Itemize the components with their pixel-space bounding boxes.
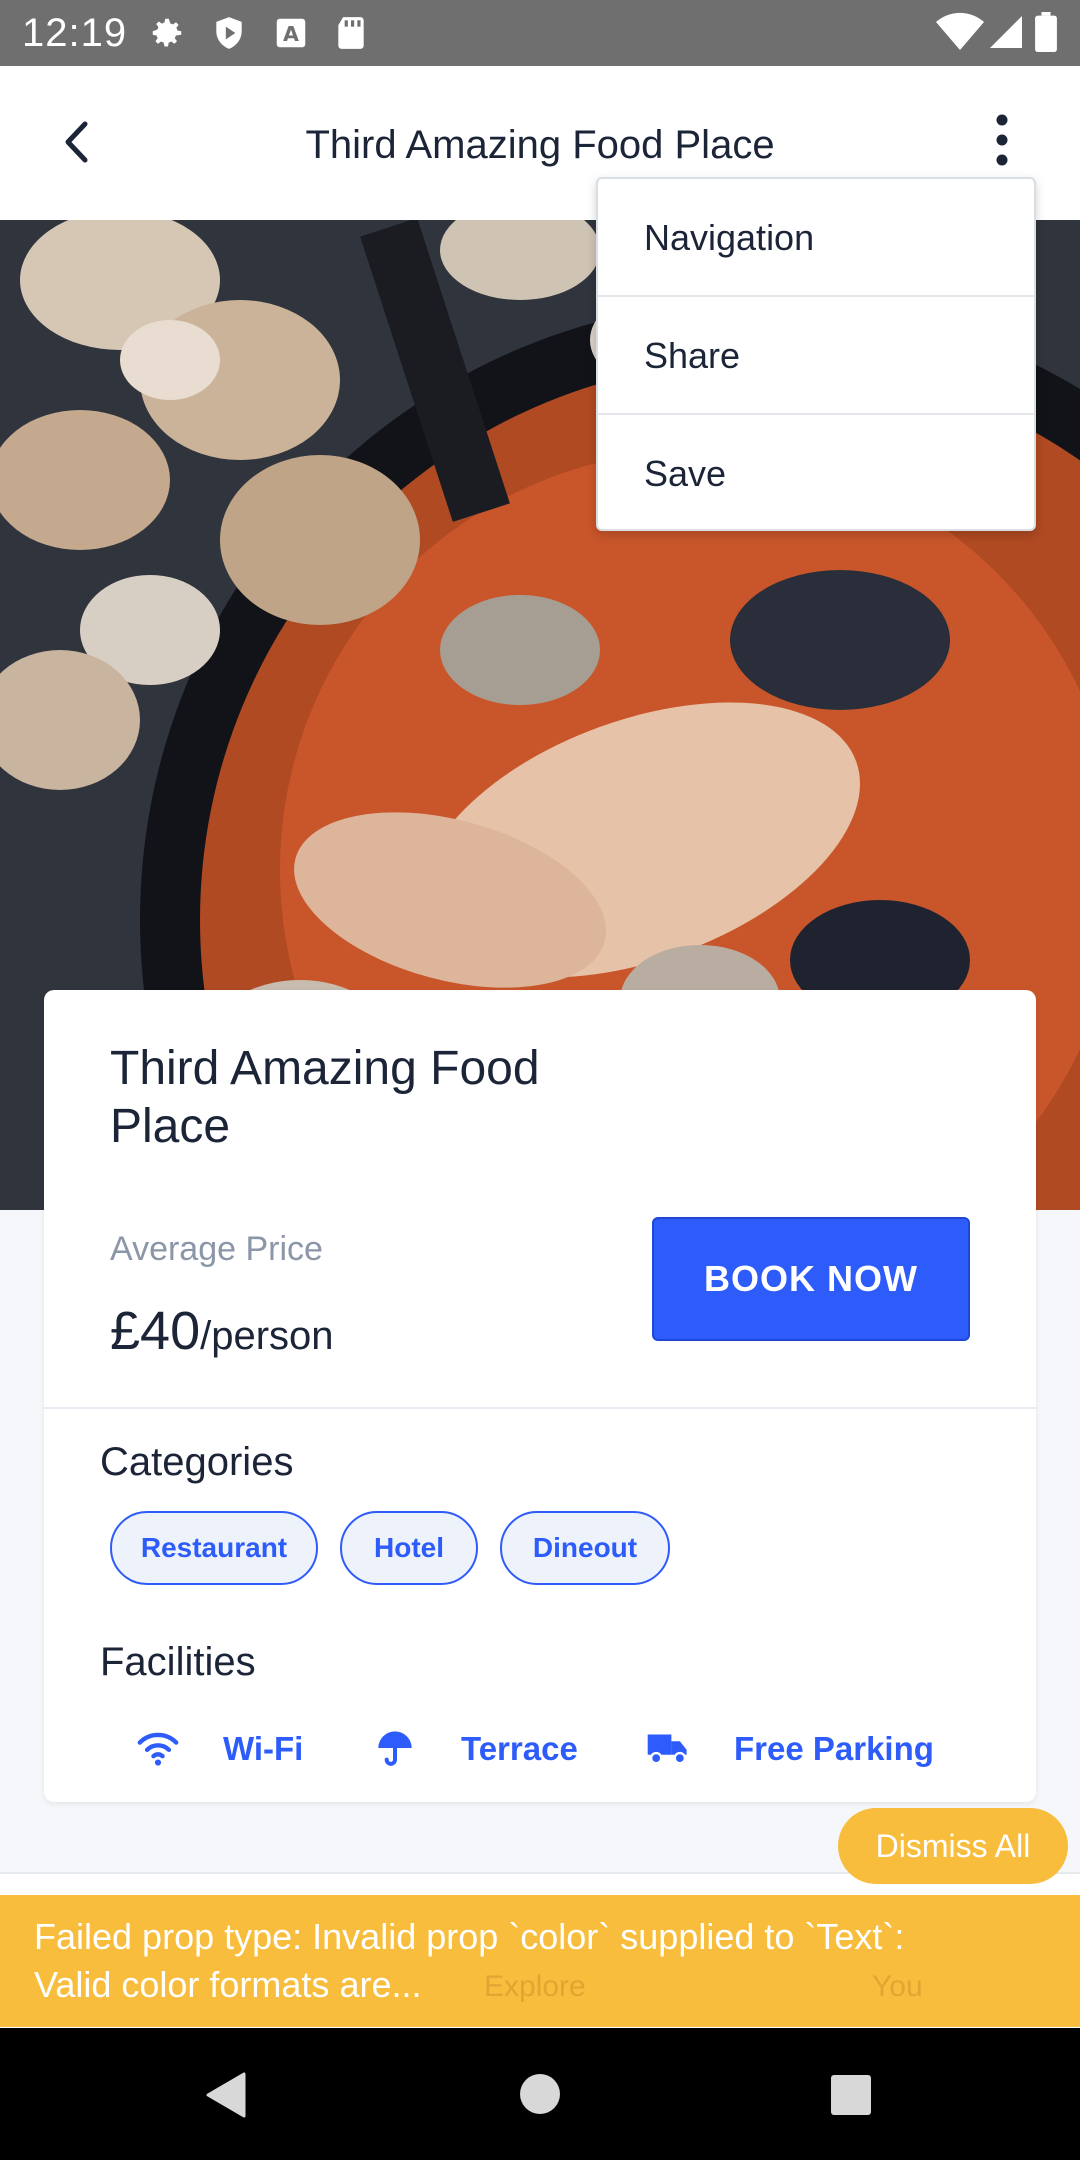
menu-divider (598, 413, 1034, 415)
nav-home-icon[interactable] (518, 2072, 562, 2116)
system-nav-bar (0, 2028, 1080, 2160)
place-title: Third Amazing Food Place (110, 1042, 540, 1153)
menu-item-navigation[interactable]: Navigation (598, 180, 1034, 296)
category-chip-restaurant[interactable]: Restaurant (110, 1511, 318, 1585)
menu-item-share[interactable]: Share (598, 298, 1034, 414)
book-now-button[interactable]: BOOK NOW (652, 1217, 970, 1341)
status-time: 12:19 (22, 11, 128, 55)
categories-title: Categories (100, 1440, 294, 1484)
signal-icon (990, 16, 1022, 48)
gear-icon (152, 18, 182, 47)
category-chip-dineout[interactable]: Dineout (500, 1511, 670, 1585)
menu-item-save[interactable]: Save (598, 416, 1034, 532)
nav-back-icon[interactable] (204, 2072, 248, 2118)
toast-message: Failed prop type: Invalid prop `color` s… (34, 1913, 1044, 2009)
more-vertical-icon (996, 114, 1008, 166)
nav-recents-icon[interactable] (830, 2074, 872, 2116)
price: £40/person (110, 1298, 334, 1369)
facility-parking-label: Free Parking (734, 1730, 934, 1767)
shield-icon (216, 17, 242, 49)
status-bar: 12:19 A (0, 0, 1080, 66)
facilities-title: Facilities (100, 1640, 256, 1684)
sd-card-icon (338, 17, 364, 49)
wifi-icon (137, 1732, 179, 1766)
facility-wifi-label: Wi-Fi (223, 1730, 304, 1767)
battery-icon (1035, 12, 1057, 52)
facility-terrace-label: Terrace (461, 1730, 578, 1767)
toast-message-line1: Failed prop type: Invalid prop `color` s… (34, 1916, 905, 1957)
wifi-icon (936, 12, 984, 51)
menu-divider (598, 295, 1034, 297)
divider (44, 1407, 1036, 1409)
toast-message-line2: Valid color formats are... (34, 1964, 422, 2005)
category-chip-hotel[interactable]: Hotel (340, 1511, 478, 1585)
more-options-button[interactable] (980, 110, 1024, 170)
svg-text:A: A (283, 22, 299, 46)
price-amount: £40 (110, 1301, 201, 1361)
truck-icon (647, 1734, 687, 1765)
page-title: Third Amazing Food Place (305, 123, 775, 167)
price-unit: /person (200, 1314, 334, 1358)
font-a-icon: A (276, 18, 306, 48)
dismiss-all-button[interactable]: Dismiss All (838, 1808, 1068, 1884)
umbrella-icon (378, 1731, 412, 1766)
average-price-label: Average Price (110, 1230, 323, 1268)
